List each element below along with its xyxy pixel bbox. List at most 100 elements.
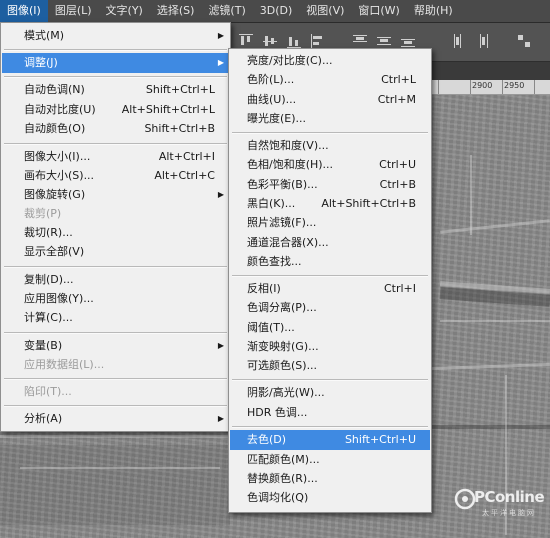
menu-item-equalize[interactable]: 色调均化(Q) xyxy=(230,488,430,508)
menu-item-analysis[interactable]: 分析(A) ▶ xyxy=(2,409,229,429)
menu-view[interactable]: 视图(V) xyxy=(299,0,351,22)
submenu-arrow-icon: ▶ xyxy=(217,58,224,67)
ruler-label: 2950 xyxy=(504,81,525,90)
shortcut-label: Alt+Shift+Ctrl+B xyxy=(321,197,416,210)
shortcut-label: Ctrl+I xyxy=(383,282,416,295)
menu-item-apply-data-set: 应用数据组(L)... xyxy=(2,355,229,375)
distribute-top-icon[interactable] xyxy=(352,33,368,49)
menu-item-auto-color[interactable]: 自动颜色(O) Shift+Ctrl+B xyxy=(2,119,229,139)
menu-item-label: 模式(M) xyxy=(24,29,65,42)
menu-item-label: 图像旋转(G) xyxy=(24,188,86,201)
menu-item-apply-image[interactable]: 应用图像(Y)... xyxy=(2,289,229,309)
menu-item-duplicate[interactable]: 复制(D)... xyxy=(2,270,229,290)
menu-type[interactable]: 文字(Y) xyxy=(99,0,150,22)
menu-item-hue-saturation[interactable]: 色相/饱和度(H)... Ctrl+U xyxy=(230,155,430,175)
menu-item-exposure[interactable]: 曝光度(E)... xyxy=(230,109,430,129)
submenu-arrow-icon: ▶ xyxy=(217,341,224,350)
align-bottom-icon[interactable] xyxy=(286,33,302,49)
menu-layer[interactable]: 图层(L) xyxy=(48,0,99,22)
menu-item-trap: 陷印(T)... xyxy=(2,382,229,402)
menu-item-auto-contrast[interactable]: 自动对比度(U) Alt+Shift+Ctrl+L xyxy=(2,100,229,120)
align-left-icon[interactable] xyxy=(310,33,326,49)
menu-item-image-rotation[interactable]: 图像旋转(G) ▶ xyxy=(2,185,229,205)
align-top-icon[interactable] xyxy=(238,33,254,49)
menu-item-match-color[interactable]: 匹配颜色(M)... xyxy=(230,450,430,470)
menu-item-photo-filter[interactable]: 照片滤镜(F)... xyxy=(230,213,430,233)
shortcut-label: Ctrl+B xyxy=(379,178,416,191)
image-menu: 模式(M) ▶ 调整(J) ▶ 自动色调(N) Shift+Ctrl+L 自动对比度(… xyxy=(0,22,231,432)
menu-item-label: 照片滤镜(F)... xyxy=(247,216,317,229)
menu-item-label: 应用数据组(L)... xyxy=(24,358,105,371)
menu-item-variables[interactable]: 变量(B) ▶ xyxy=(2,336,229,356)
menu-item-posterize[interactable]: 色调分离(P)... xyxy=(230,298,430,318)
menu-item-black-white[interactable]: 黑白(K)... Alt+Shift+Ctrl+B xyxy=(230,194,430,214)
menu-item-adjust[interactable]: 调整(J) ▶ xyxy=(2,53,229,73)
menu-item-shadows-highlights[interactable]: 阴影/高光(W)... xyxy=(230,383,430,403)
menu-item-label: 曲线(U)... xyxy=(247,93,297,106)
shortcut-label: Ctrl+M xyxy=(377,93,416,106)
menu-item-label: 图像大小(I)... xyxy=(24,150,91,163)
menu-item-color-balance[interactable]: 色彩平衡(B)... Ctrl+B xyxy=(230,175,430,195)
watermark-logo: PConline 太平洋电脑网 xyxy=(452,488,548,532)
menu-select[interactable]: 选择(S) xyxy=(150,0,202,22)
distribute-bottom-icon[interactable] xyxy=(400,33,416,49)
menu-window[interactable]: 窗口(W) xyxy=(351,0,406,22)
menu-item-label: 自然饱和度(V)... xyxy=(247,139,329,152)
distribute-left-icon[interactable] xyxy=(452,33,468,49)
ruler-label: 2900 xyxy=(472,81,493,90)
menu-item-replace-color[interactable]: 替换颜色(R)... xyxy=(230,469,430,489)
menu-item-color-lookup[interactable]: 颜色查找... xyxy=(230,252,430,272)
menu-image[interactable]: 图像(I) xyxy=(0,0,48,22)
auto-align-icon[interactable] xyxy=(516,33,532,49)
menu-item-gradient-map[interactable]: 渐变映射(G)... xyxy=(230,337,430,357)
menu-item-reveal-all[interactable]: 显示全部(V) xyxy=(2,242,229,262)
menu-item-calculations[interactable]: 计算(C)... xyxy=(2,308,229,328)
distribute-vcenter-icon[interactable] xyxy=(376,33,392,49)
menu-item-label: 调整(J) xyxy=(24,56,58,69)
menu-item-image-size[interactable]: 图像大小(I)... Alt+Ctrl+I xyxy=(2,147,229,167)
menu-item-auto-tone[interactable]: 自动色调(N) Shift+Ctrl+L xyxy=(2,80,229,100)
menu-item-label: 阴影/高光(W)... xyxy=(247,386,325,399)
shortcut-label: Shift+Ctrl+U xyxy=(344,433,416,446)
menu-item-label: 反相(I) xyxy=(247,282,281,295)
menu-item-label: 颜色查找... xyxy=(247,255,302,268)
menu-item-label: 自动颜色(O) xyxy=(24,122,86,135)
menu-item-label: 色彩平衡(B)... xyxy=(247,178,318,191)
menu-item-channel-mixer[interactable]: 通道混合器(X)... xyxy=(230,233,430,253)
shortcut-label: Shift+Ctrl+L xyxy=(145,83,215,96)
shortcut-label: Ctrl+U xyxy=(379,158,416,171)
submenu-arrow-icon: ▶ xyxy=(217,31,224,40)
menu-item-label: 可选颜色(S)... xyxy=(247,359,318,372)
menu-item-label: 色调均化(Q) xyxy=(247,491,309,504)
menu-item-label: HDR 色调... xyxy=(247,406,308,419)
menu-item-desaturate[interactable]: 去色(D) Shift+Ctrl+U xyxy=(230,430,430,450)
menu-item-curves[interactable]: 曲线(U)... Ctrl+M xyxy=(230,90,430,110)
menu-item-label: 匹配颜色(M)... xyxy=(247,453,320,466)
submenu-arrow-icon: ▶ xyxy=(217,414,224,423)
menu-item-mode[interactable]: 模式(M) ▶ xyxy=(2,26,229,46)
menu-item-label: 自动色调(N) xyxy=(24,83,85,96)
distribute-hcenter-icon[interactable] xyxy=(476,33,492,49)
menu-item-label: 曝光度(E)... xyxy=(247,112,307,125)
menu-item-label: 自动对比度(U) xyxy=(24,103,96,116)
menu-item-invert[interactable]: 反相(I) Ctrl+I xyxy=(230,279,430,299)
menu-filter[interactable]: 滤镜(T) xyxy=(201,0,252,22)
menu-item-levels[interactable]: 色阶(L)... Ctrl+L xyxy=(230,70,430,90)
menu-item-label: 画布大小(S)... xyxy=(24,169,95,182)
menu-item-threshold[interactable]: 阈值(T)... xyxy=(230,318,430,338)
menu-item-trim[interactable]: 裁切(R)... xyxy=(2,223,229,243)
menu-item-label: 应用图像(Y)... xyxy=(24,292,94,305)
menu-3d[interactable]: 3D(D) xyxy=(253,0,300,22)
align-vcenter-icon[interactable] xyxy=(262,33,278,49)
menu-item-label: 阈值(T)... xyxy=(247,321,295,334)
menu-item-canvas-size[interactable]: 画布大小(S)... Alt+Ctrl+C xyxy=(2,166,229,186)
menu-item-vibrance[interactable]: 自然饱和度(V)... xyxy=(230,136,430,156)
menu-item-hdr-toning[interactable]: HDR 色调... xyxy=(230,403,430,423)
menu-item-selective-color[interactable]: 可选颜色(S)... xyxy=(230,356,430,376)
shortcut-label: Alt+Shift+Ctrl+L xyxy=(121,103,215,116)
menu-help[interactable]: 帮助(H) xyxy=(407,0,460,22)
menu-item-brightness-contrast[interactable]: 亮度/对比度(C)... xyxy=(230,51,430,71)
menu-bar: 图像(I) 图层(L) 文字(Y) 选择(S) 滤镜(T) 3D(D) 视图(V… xyxy=(0,0,550,23)
shortcut-label: Shift+Ctrl+B xyxy=(144,122,215,135)
menu-item-crop: 裁剪(P) xyxy=(2,204,229,224)
